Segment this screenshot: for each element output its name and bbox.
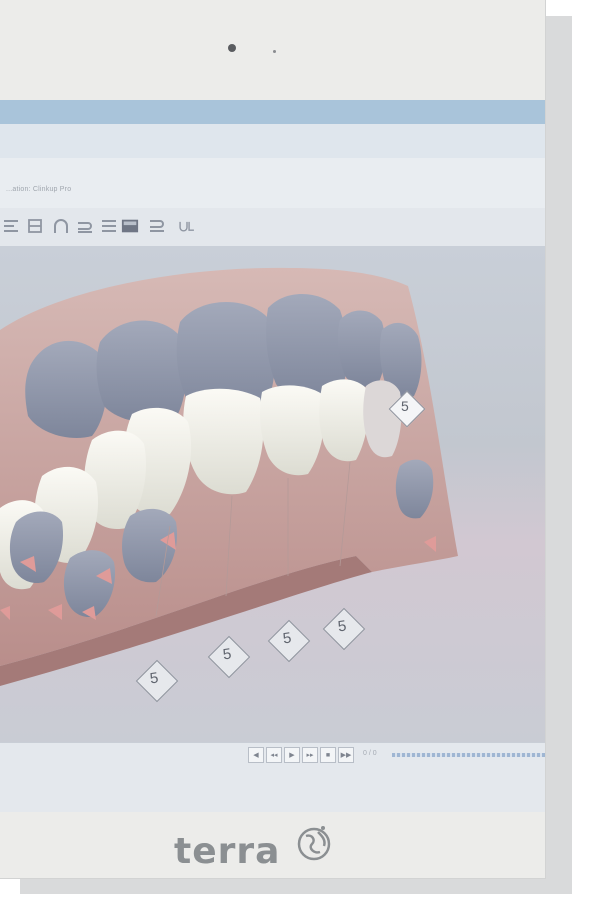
document-bar [0, 158, 545, 208]
tooth-lower-3 [319, 379, 369, 462]
terra-globe-icon [297, 826, 331, 861]
arch-icon[interactable] [2, 216, 20, 236]
dental-model [0, 267, 458, 686]
jaw-icon[interactable] [76, 216, 94, 236]
upper-arch-icon[interactable] [52, 216, 70, 236]
document-title: ...ation: Clinkup Pro [6, 186, 72, 193]
webcam-icon [228, 44, 236, 52]
next-frame-button[interactable]: ▸▸ [302, 747, 318, 763]
tooth-upper-5 [337, 310, 386, 387]
play-button[interactable]: ▶ [284, 747, 300, 763]
screen: ...ation: Clinkup Pro 5 5 5 5 5 ◀ ◂◂ ▶ ▸… [0, 100, 545, 812]
lower-arch-icon[interactable] [148, 216, 166, 236]
panel-icon[interactable] [120, 216, 140, 236]
monitor-brand: terra [174, 831, 281, 872]
light-sensor [273, 50, 276, 53]
monitor-bezel: ...ation: Clinkup Pro 5 5 5 5 5 ◀ ◂◂ ▶ ▸… [0, 0, 546, 879]
lower-view-icon[interactable] [100, 216, 118, 236]
tooth-upper-2 [96, 320, 187, 423]
first-frame-button[interactable]: ◀ [248, 747, 264, 763]
tooth-upper-1 [25, 340, 107, 438]
3d-viewport[interactable]: 5 5 5 5 5 [0, 246, 545, 742]
last-frame-button[interactable]: ▶▶ [338, 747, 354, 763]
stop-button[interactable]: ■ [320, 747, 336, 763]
frame-counter: 0 / 0 [363, 750, 377, 757]
timeline[interactable] [392, 753, 545, 757]
window-titlebar [0, 100, 545, 124]
tooth-label-text: 5 [401, 398, 409, 414]
u-view-icon[interactable] [174, 216, 200, 236]
previous-frame-button[interactable]: ◂◂ [266, 747, 282, 763]
split-view-icon[interactable] [26, 216, 44, 236]
menu-bar [0, 124, 545, 158]
